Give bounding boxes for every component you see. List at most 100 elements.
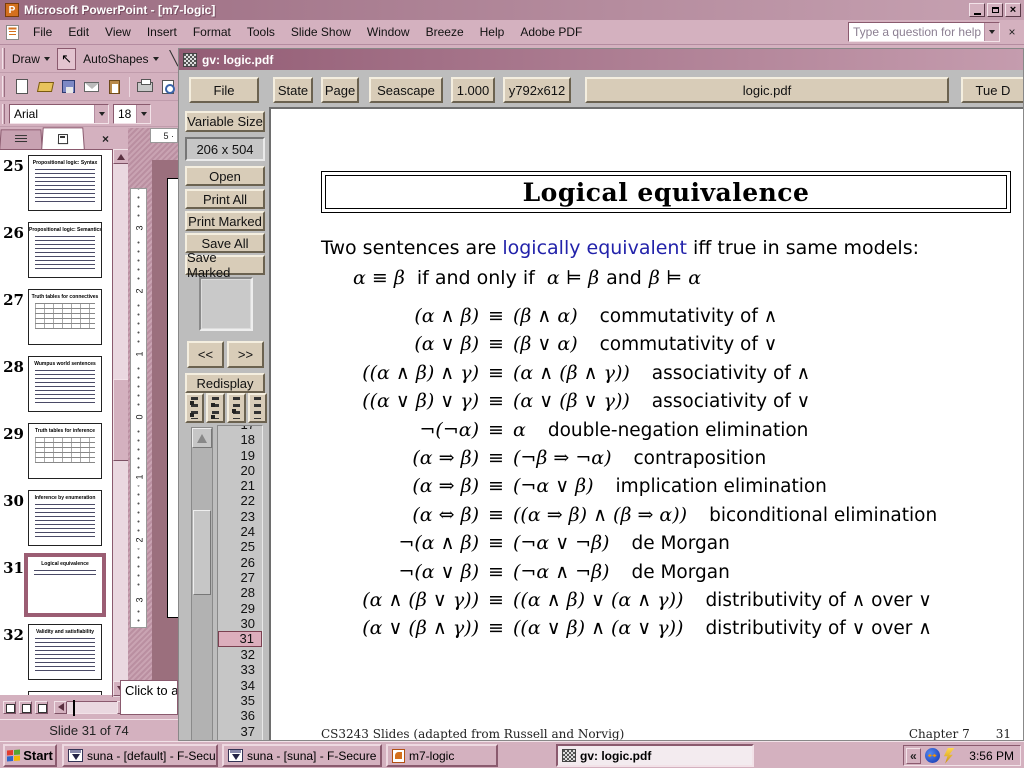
gv-unmark-button[interactable] bbox=[227, 393, 246, 423]
slide-thumbnail[interactable]: 29 Truth tables for inference bbox=[0, 421, 112, 483]
tray-app-icon[interactable] bbox=[925, 748, 940, 763]
line-tool-icon[interactable]: ╲ bbox=[170, 50, 178, 67]
gv-date-button[interactable]: Tue D bbox=[961, 77, 1024, 103]
taskbar-task-fsecure-1[interactable]: suna - [default] - F-Secure... bbox=[62, 744, 218, 767]
page-number-selected[interactable]: 31 bbox=[218, 631, 262, 647]
gv-variable-size-button[interactable]: Variable Size bbox=[185, 111, 265, 132]
slide-thumbnail[interactable]: 33 Proof methods bbox=[0, 689, 112, 695]
tray-chevron-icon[interactable]: « bbox=[906, 748, 921, 764]
page-number[interactable]: 19 bbox=[218, 448, 262, 463]
gv-open-button[interactable]: Open bbox=[185, 166, 265, 186]
open-folder-icon[interactable] bbox=[35, 77, 55, 97]
menubar-close-icon[interactable]: × bbox=[1004, 25, 1020, 39]
page-number[interactable]: 32 bbox=[218, 647, 262, 662]
menu-adobe-pdf[interactable]: Adobe PDF bbox=[512, 22, 590, 42]
page-number[interactable]: 18 bbox=[218, 432, 262, 447]
gv-magnifier-box[interactable] bbox=[199, 277, 253, 331]
autoshapes-menu-button[interactable]: AutoShapes bbox=[80, 50, 161, 68]
gv-titlebar[interactable]: gv: logic.pdf bbox=[179, 49, 1024, 70]
page-number[interactable]: 34 bbox=[218, 678, 262, 693]
page-number[interactable]: 21 bbox=[218, 478, 262, 493]
slide-thumbnail[interactable]: 25 Propositional logic: Syntax bbox=[0, 153, 112, 215]
gv-filename-button[interactable]: logic.pdf bbox=[585, 77, 949, 103]
slide-thumbnail-selected[interactable]: 31 Logical equivalence bbox=[0, 555, 112, 617]
menu-view[interactable]: View bbox=[97, 22, 139, 42]
gv-pagelist-scrollbar[interactable] bbox=[191, 427, 213, 741]
gv-print-marked-button[interactable]: Print Marked bbox=[185, 211, 265, 231]
menu-help[interactable]: Help bbox=[472, 22, 513, 42]
tab-slides[interactable] bbox=[41, 127, 85, 149]
scroll-up-icon[interactable] bbox=[192, 428, 212, 448]
gv-document-view[interactable]: Logical equivalence Two sentences are lo… bbox=[269, 107, 1024, 741]
chevron-down-icon[interactable] bbox=[94, 105, 108, 123]
gv-redisplay-button[interactable]: Redisplay bbox=[185, 373, 265, 393]
page-number[interactable]: 28 bbox=[218, 585, 262, 600]
font-size-combo[interactable]: 18 bbox=[113, 104, 151, 124]
page-number[interactable]: 33 bbox=[218, 662, 262, 677]
chevron-down-icon[interactable] bbox=[136, 105, 150, 123]
gv-clear-marks-button[interactable] bbox=[248, 393, 267, 423]
select-arrow-button[interactable]: ↖ bbox=[57, 48, 76, 70]
save-icon[interactable] bbox=[58, 77, 78, 97]
clipboard-icon[interactable] bbox=[104, 77, 124, 97]
scrollbar-thumb[interactable] bbox=[193, 510, 211, 595]
slideshow-view-button[interactable] bbox=[35, 701, 48, 714]
menu-tools[interactable]: Tools bbox=[239, 22, 283, 42]
slide-thumbnail[interactable]: 28 Wumpus world sentences bbox=[0, 354, 112, 416]
horizontal-scrollbar[interactable] bbox=[54, 701, 130, 714]
page-number[interactable]: 30 bbox=[218, 616, 262, 631]
scroll-up-icon[interactable] bbox=[113, 149, 129, 164]
print-icon[interactable] bbox=[135, 77, 155, 97]
page-number[interactable]: 36 bbox=[218, 708, 262, 723]
menu-window[interactable]: Window bbox=[359, 22, 418, 42]
page-number[interactable]: 37 bbox=[218, 724, 262, 739]
page-number[interactable]: 20 bbox=[218, 463, 262, 478]
gv-print-all-button[interactable]: Print All bbox=[185, 189, 265, 209]
menu-edit[interactable]: Edit bbox=[60, 22, 97, 42]
gv-mark-button-1[interactable] bbox=[185, 393, 204, 423]
page-number[interactable]: 22 bbox=[218, 493, 262, 508]
page-number[interactable]: 17 bbox=[218, 425, 262, 432]
close-button[interactable]: × bbox=[1005, 3, 1021, 17]
minimize-button[interactable] bbox=[969, 3, 985, 17]
taskbar-task-powerpoint[interactable]: m7-logic bbox=[386, 744, 498, 767]
page-number[interactable]: 23 bbox=[218, 509, 262, 524]
notes-pane[interactable]: Click to a bbox=[120, 680, 178, 715]
start-button[interactable]: Start bbox=[3, 744, 57, 767]
menu-slide-show[interactable]: Slide Show bbox=[283, 22, 359, 42]
thumbnails-scrollbar[interactable] bbox=[112, 149, 128, 697]
mail-icon[interactable] bbox=[81, 77, 101, 97]
gv-page-list[interactable]: 17 18 19 20 21 22 23 24 25 26 27 28 29 3… bbox=[217, 425, 263, 741]
print-preview-icon[interactable] bbox=[158, 77, 178, 97]
slide-thumbnail[interactable]: 27 Truth tables for connectives bbox=[0, 287, 112, 349]
page-number[interactable]: 26 bbox=[218, 555, 262, 570]
scroll-left-icon[interactable] bbox=[54, 701, 67, 714]
gv-next-page-button[interactable]: >> bbox=[227, 341, 264, 368]
tab-outline[interactable] bbox=[0, 129, 43, 149]
panel-close-icon[interactable]: × bbox=[102, 132, 109, 149]
page-number[interactable]: 27 bbox=[218, 570, 262, 585]
menu-insert[interactable]: Insert bbox=[139, 22, 185, 42]
gv-orientation-button[interactable]: Seascape bbox=[369, 77, 443, 103]
slide-thumbnail[interactable]: 32 Validity and satisfiability bbox=[0, 622, 112, 684]
gv-mark-button-2[interactable] bbox=[206, 393, 225, 423]
question-help-input[interactable]: Type a question for help bbox=[848, 22, 1000, 42]
slide-thumbnail[interactable]: 30 Inference by enumeration bbox=[0, 488, 112, 550]
new-document-icon[interactable] bbox=[12, 77, 32, 97]
gv-prev-page-button[interactable]: << bbox=[187, 341, 224, 368]
page-number[interactable]: 25 bbox=[218, 539, 262, 554]
menu-format[interactable]: Format bbox=[185, 22, 239, 42]
menu-file[interactable]: File bbox=[25, 22, 60, 42]
scrollbar-thumb[interactable] bbox=[113, 379, 129, 461]
slide-sorter-view-button[interactable] bbox=[19, 701, 32, 714]
gv-media-button[interactable]: y792x612 bbox=[503, 77, 571, 103]
menu-breeze[interactable]: Breeze bbox=[418, 22, 472, 42]
gv-save-marked-button[interactable]: Save Marked bbox=[185, 255, 265, 275]
page-number[interactable]: 35 bbox=[218, 693, 262, 708]
restore-button[interactable] bbox=[987, 3, 1003, 17]
normal-view-button[interactable] bbox=[3, 701, 16, 714]
gv-page-button[interactable]: Page bbox=[321, 77, 359, 103]
gv-state-button[interactable]: State bbox=[273, 77, 313, 103]
toolbar-grip[interactable] bbox=[2, 76, 5, 98]
page-number[interactable]: 24 bbox=[218, 524, 262, 539]
